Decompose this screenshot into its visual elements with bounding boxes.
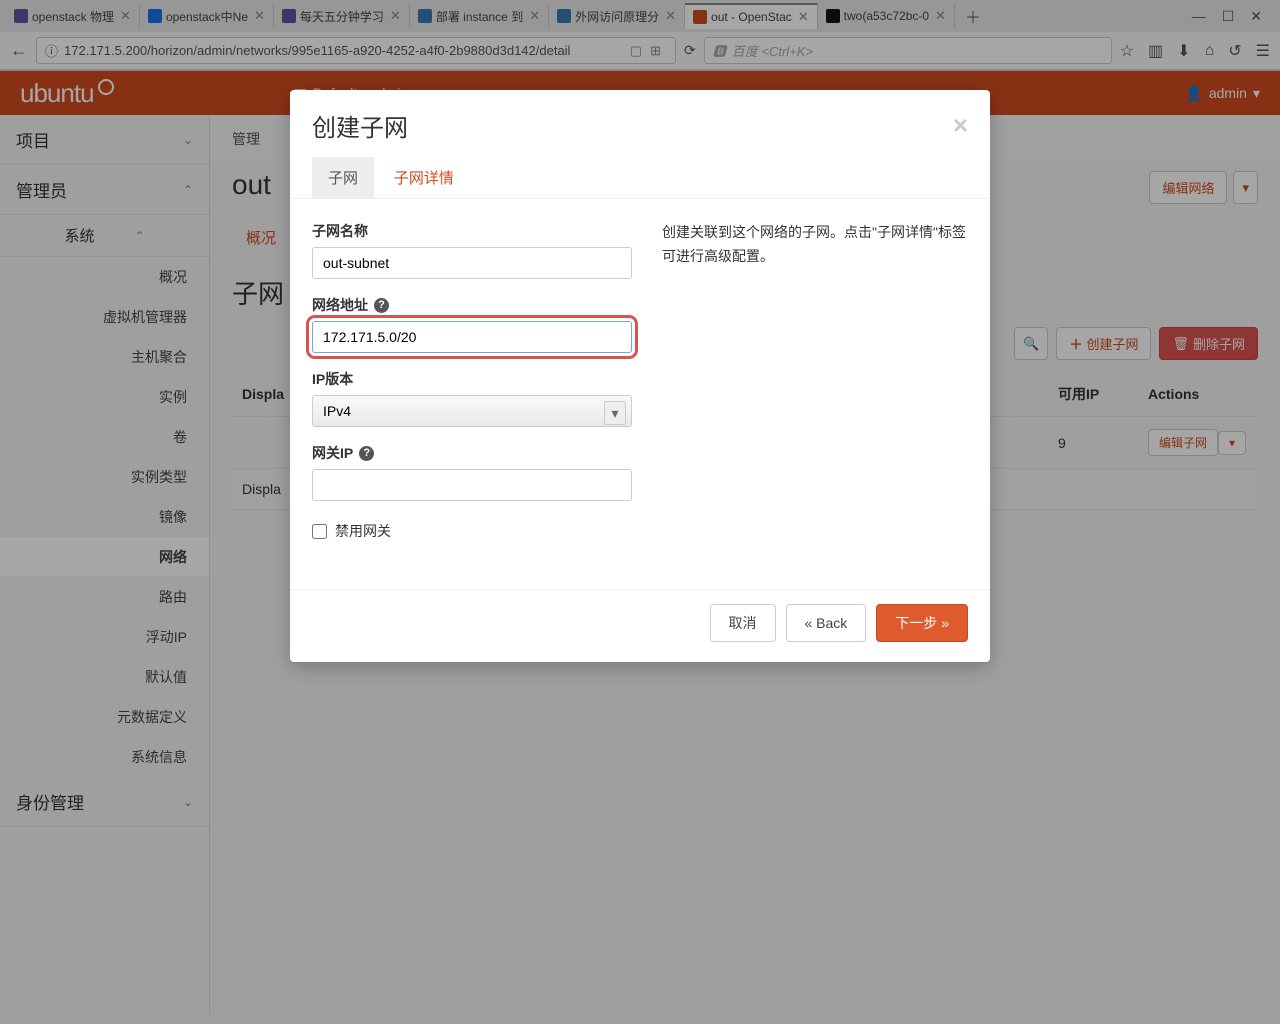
description-column: 创建关联到这个网络的子网。点击"子网详情"标签可进行高级配置。 [662, 221, 968, 567]
modal-close-icon[interactable]: × [953, 110, 968, 141]
back-button[interactable]: « Back [786, 604, 867, 642]
modal-tab-subnet[interactable]: 子网 [312, 157, 374, 198]
field-gateway: 网关IP? [312, 443, 632, 501]
label-cidr: 网络地址? [312, 295, 632, 315]
checkbox-disable-gateway[interactable] [312, 524, 327, 539]
field-ipversion: IP版本 IPv4 [312, 369, 632, 427]
input-cidr[interactable] [312, 321, 632, 353]
input-gateway[interactable] [312, 469, 632, 501]
field-subnet-name: 子网名称 [312, 221, 632, 279]
modal-body: 子网名称 网络地址? IP版本 IPv4 网关IP? [290, 199, 990, 589]
label-ipversion: IP版本 [312, 369, 632, 389]
modal-overlay: 创建子网 × 子网 子网详情 子网名称 网络地址? IP版本 [0, 0, 1280, 1024]
help-icon[interactable]: ? [359, 446, 374, 461]
input-subnet-name[interactable] [312, 247, 632, 279]
modal-header: 创建子网 × [290, 90, 990, 157]
modal-footer: 取消 « Back 下一步 » [290, 589, 990, 662]
modal-title: 创建子网 [312, 108, 408, 143]
form-column: 子网名称 网络地址? IP版本 IPv4 网关IP? [312, 221, 632, 567]
label-gateway: 网关IP? [312, 443, 632, 463]
create-subnet-modal: 创建子网 × 子网 子网详情 子网名称 网络地址? IP版本 [290, 90, 990, 662]
modal-tab-detail[interactable]: 子网详情 [378, 157, 470, 198]
field-cidr: 网络地址? [312, 295, 632, 353]
next-button[interactable]: 下一步 » [876, 604, 968, 642]
select-ipversion[interactable]: IPv4 [312, 395, 632, 427]
label-disable-gateway: 禁用网关 [335, 521, 391, 541]
modal-tabs: 子网 子网详情 [290, 157, 990, 199]
label-subnet-name: 子网名称 [312, 221, 632, 241]
help-icon[interactable]: ? [374, 298, 389, 313]
field-disable-gateway: 禁用网关 [312, 517, 632, 541]
cancel-button[interactable]: 取消 [710, 604, 776, 642]
